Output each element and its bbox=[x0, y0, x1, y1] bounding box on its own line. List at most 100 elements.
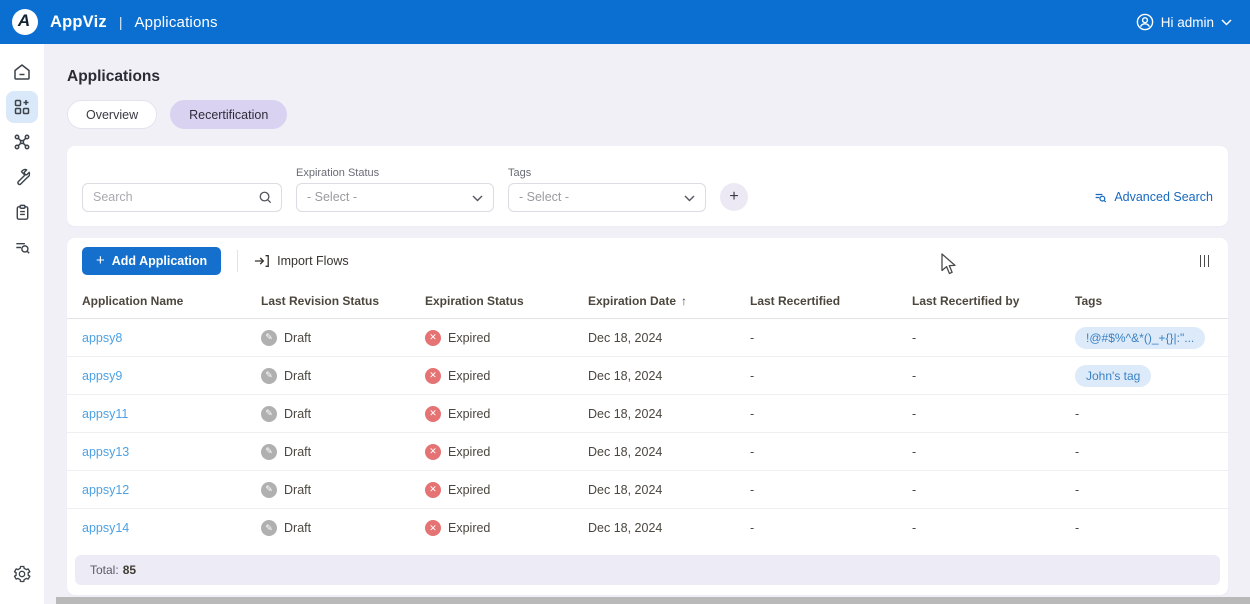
advanced-search-icon bbox=[1093, 190, 1108, 205]
user-circle-icon bbox=[1136, 13, 1154, 31]
user-menu-label: Hi admin bbox=[1161, 15, 1214, 30]
header-divider: | bbox=[119, 14, 123, 30]
application-name-link[interactable]: appsy8 bbox=[82, 331, 122, 345]
tags-cell: John's tag bbox=[1075, 365, 1213, 387]
last-recertified-by-text: - bbox=[912, 521, 1075, 535]
tags-select-value: - Select - bbox=[519, 190, 569, 204]
column-header-tags[interactable]: Tags bbox=[1075, 294, 1213, 308]
last-recertified-text: - bbox=[750, 483, 912, 497]
horizontal-scrollbar[interactable] bbox=[56, 597, 1250, 604]
user-menu[interactable]: Hi admin bbox=[1136, 13, 1232, 31]
search-input[interactable] bbox=[82, 183, 282, 212]
sidebar-item-tools[interactable] bbox=[6, 161, 38, 193]
network-nodes-icon bbox=[12, 132, 32, 152]
column-header-expiration-status[interactable]: Expiration Status bbox=[425, 294, 588, 308]
expiration-status-text: Expired bbox=[448, 445, 490, 459]
advanced-search-button[interactable]: Advanced Search bbox=[1093, 190, 1213, 205]
expiration-date-text: Dec 18, 2024 bbox=[588, 369, 750, 383]
draft-pencil-icon: ✎ bbox=[261, 368, 277, 384]
add-filter-button[interactable]: + bbox=[720, 183, 748, 211]
column-header-application-name[interactable]: Application Name bbox=[82, 294, 261, 308]
sidebar-item-home[interactable] bbox=[6, 56, 38, 88]
application-name-link[interactable]: appsy9 bbox=[82, 369, 122, 383]
tabs: Overview Recertification bbox=[67, 100, 1228, 129]
sidebar-item-flows[interactable] bbox=[6, 126, 38, 158]
last-recertified-by-text: - bbox=[912, 445, 1075, 459]
advanced-search-label: Advanced Search bbox=[1114, 190, 1213, 204]
tags-cell: !@#$%^&*()_+{}|:"... bbox=[1075, 327, 1213, 349]
revision-status-text: Draft bbox=[284, 407, 311, 421]
expiration-status-filter-group: Expiration Status - Select - bbox=[296, 167, 494, 212]
expiration-date-header-label: Expiration Date bbox=[588, 294, 676, 308]
expiration-date-text: Dec 18, 2024 bbox=[588, 445, 750, 459]
expiration-status-text: Expired bbox=[448, 483, 490, 497]
column-header-last-recertified[interactable]: Last Recertified bbox=[750, 294, 912, 308]
total-label: Total: bbox=[90, 563, 119, 577]
column-header-expiration-date[interactable]: Expiration Date ↑ bbox=[588, 294, 750, 308]
table-body: appsy8 ✎ Draft ✕ Expired Dec 18, 2024 - … bbox=[67, 319, 1228, 547]
last-recertified-text: - bbox=[750, 521, 912, 535]
expiration-status-text: Expired bbox=[448, 369, 490, 383]
application-name-link[interactable]: appsy14 bbox=[82, 521, 129, 535]
table-row: appsy8 ✎ Draft ✕ Expired Dec 18, 2024 - … bbox=[67, 319, 1228, 357]
column-settings-icon[interactable] bbox=[1196, 251, 1214, 271]
sidebar-item-reports[interactable] bbox=[6, 196, 38, 228]
table-row: appsy11 ✎ Draft ✕ Expired Dec 18, 2024 -… bbox=[67, 395, 1228, 433]
page-title: Applications bbox=[67, 68, 1228, 86]
application-name-link[interactable]: appsy13 bbox=[82, 445, 129, 459]
table-header-row: Application Name Last Revision Status Ex… bbox=[67, 283, 1228, 319]
table-toolbar: + Add Application Import Flows bbox=[67, 238, 1228, 283]
expiration-status-filter-label: Expiration Status bbox=[296, 167, 494, 183]
expired-x-icon: ✕ bbox=[425, 520, 441, 536]
home-icon bbox=[12, 62, 32, 82]
expiration-date-text: Dec 18, 2024 bbox=[588, 483, 750, 497]
revision-status-text: Draft bbox=[284, 521, 311, 535]
table-row: appsy12 ✎ Draft ✕ Expired Dec 18, 2024 -… bbox=[67, 471, 1228, 509]
expired-x-icon: ✕ bbox=[425, 444, 441, 460]
tag-pill: John's tag bbox=[1075, 365, 1151, 387]
tab-recertification[interactable]: Recertification bbox=[170, 100, 287, 129]
expired-x-icon: ✕ bbox=[425, 368, 441, 384]
tags-cell: - bbox=[1075, 483, 1213, 497]
table-row: appsy14 ✎ Draft ✕ Expired Dec 18, 2024 -… bbox=[67, 509, 1228, 547]
expiration-date-text: Dec 18, 2024 bbox=[588, 331, 750, 345]
header-page-title: Applications bbox=[134, 14, 217, 31]
total-value: 85 bbox=[123, 563, 136, 577]
column-header-last-revision-status[interactable]: Last Revision Status bbox=[261, 294, 425, 308]
expiration-date-text: Dec 18, 2024 bbox=[588, 407, 750, 421]
applications-table-card: + Add Application Import Flows Applicati… bbox=[67, 238, 1228, 595]
sidebar-item-audit[interactable] bbox=[6, 231, 38, 263]
draft-pencil-icon: ✎ bbox=[261, 406, 277, 422]
draft-pencil-icon: ✎ bbox=[261, 482, 277, 498]
column-header-last-recertified-by[interactable]: Last Recertified by bbox=[912, 294, 1075, 308]
expiration-date-text: Dec 18, 2024 bbox=[588, 521, 750, 535]
sidebar-item-settings[interactable] bbox=[6, 558, 38, 590]
add-application-button[interactable]: + Add Application bbox=[82, 247, 221, 275]
expiration-status-select[interactable]: - Select - bbox=[296, 183, 494, 212]
last-recertified-text: - bbox=[750, 369, 912, 383]
revision-status-text: Draft bbox=[284, 331, 311, 345]
expiration-status-text: Expired bbox=[448, 521, 490, 535]
search-group bbox=[82, 167, 282, 212]
tags-filter-group: Tags - Select - bbox=[508, 167, 706, 212]
tags-select[interactable]: - Select - bbox=[508, 183, 706, 212]
table-row: appsy9 ✎ Draft ✕ Expired Dec 18, 2024 - … bbox=[67, 357, 1228, 395]
draft-pencil-icon: ✎ bbox=[261, 520, 277, 536]
sidebar bbox=[0, 44, 44, 604]
tags-cell: - bbox=[1075, 445, 1213, 459]
draft-pencil-icon: ✎ bbox=[261, 330, 277, 346]
revision-status-text: Draft bbox=[284, 369, 311, 383]
table-footer: Total: 85 bbox=[75, 555, 1220, 585]
tags-cell: - bbox=[1075, 407, 1213, 421]
tab-overview[interactable]: Overview bbox=[67, 100, 157, 129]
sidebar-item-applications[interactable] bbox=[6, 91, 38, 123]
toolbar-divider bbox=[237, 250, 238, 272]
list-search-icon bbox=[13, 238, 32, 257]
chevron-down-icon bbox=[1221, 19, 1232, 26]
application-name-link[interactable]: appsy12 bbox=[82, 483, 129, 497]
plus-icon: + bbox=[96, 252, 105, 269]
import-flows-button[interactable]: Import Flows bbox=[254, 254, 349, 268]
expired-x-icon: ✕ bbox=[425, 482, 441, 498]
appviz-logo-icon: A bbox=[12, 9, 38, 35]
application-name-link[interactable]: appsy11 bbox=[82, 407, 128, 421]
